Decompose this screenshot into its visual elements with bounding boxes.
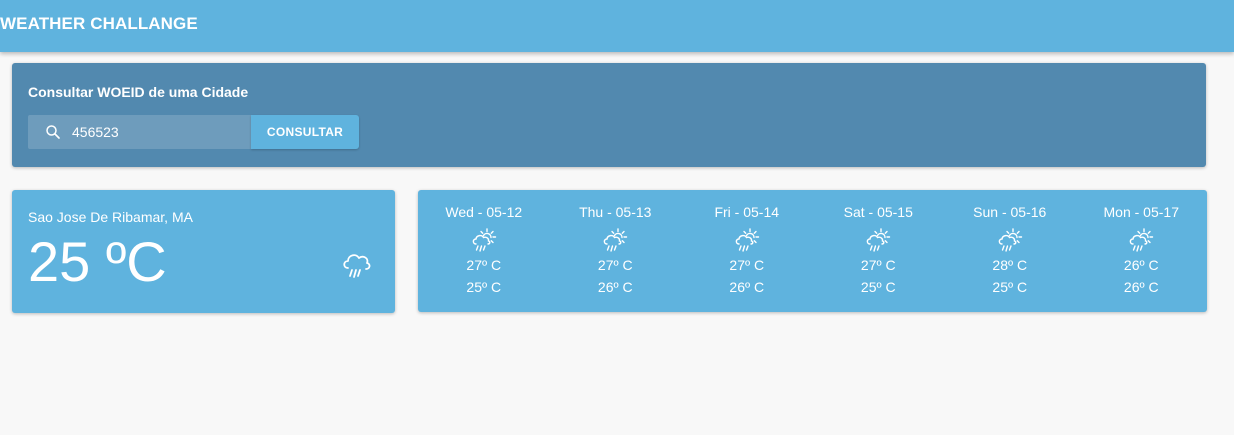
forecast-day-label: Sun - 05-16: [973, 204, 1047, 220]
sun-rain-icon: [472, 228, 496, 252]
sun-rain-icon: [866, 228, 891, 252]
forecast-min-temp: 26º C: [729, 279, 765, 295]
search-field[interactable]: [28, 115, 251, 149]
forecast-day: Fri - 05-14 27º C 26º C: [681, 190, 813, 312]
forecast-day-label: Wed - 05-12: [445, 204, 523, 220]
woeid-search-card: Consultar WOEID de uma Cidade CONSULTAR: [12, 63, 1206, 167]
city-name: Sao Jose De Ribamar, MA: [28, 209, 193, 225]
forecast-max-temp: 27º C: [466, 257, 502, 273]
sun-rain-icon: [1129, 228, 1154, 252]
forecast-min-temp: 25º C: [466, 279, 502, 295]
forecast-min-temp: 26º C: [1123, 279, 1159, 295]
forecast-min-temp: 25º C: [992, 279, 1028, 295]
woeid-input[interactable]: [72, 115, 242, 149]
forecast-day: Wed - 05-12 27º C 25º C: [418, 190, 550, 312]
forecast-day-label: Sat - 05-15: [843, 204, 913, 220]
forecast-max-temp: 28º C: [992, 257, 1028, 273]
current-weather-card: Sao Jose De Ribamar, MA 25 ºC: [12, 190, 395, 313]
sun-rain-icon: [603, 228, 628, 252]
forecast-day: Sun - 05-16 28º C 25º C: [944, 190, 1076, 312]
app-title: WEATHER CHALLANGE: [0, 14, 198, 33]
forecast-day-label: Mon - 05-17: [1103, 204, 1179, 220]
sun-rain-icon: [735, 228, 759, 252]
rain-cloud-icon: [343, 254, 371, 278]
forecast-max-temp: 26º C: [1123, 257, 1159, 273]
app-header: WEATHER CHALLANGE: [0, 0, 1234, 52]
forecast-max-temp: 27º C: [597, 257, 633, 273]
forecast-max-temp: 27º C: [860, 257, 896, 273]
forecast-day-label: Fri - 05-14: [714, 204, 780, 220]
forecast-day: Sat - 05-15 27º C 25º C: [813, 190, 945, 312]
forecast-min-temp: 26º C: [597, 279, 633, 295]
forecast-max-temp: 27º C: [729, 257, 765, 273]
forecast-min-temp: 25º C: [860, 279, 896, 295]
search-icon: [46, 125, 60, 139]
forecast-day: Thu - 05-13 27º C 26º C: [550, 190, 682, 312]
forecast-day: Mon - 05-17 26º C 26º C: [1076, 190, 1208, 312]
forecast-card: Wed - 05-12 27º C 25º C Thu - 05-13 27º …: [418, 190, 1207, 312]
current-temperature: 25 ºC: [28, 230, 167, 293]
consultar-button[interactable]: CONSULTAR: [251, 115, 359, 149]
forecast-day-label: Thu - 05-13: [579, 204, 652, 220]
sun-rain-icon: [998, 228, 1022, 252]
search-card-title: Consultar WOEID de uma Cidade: [28, 84, 249, 100]
